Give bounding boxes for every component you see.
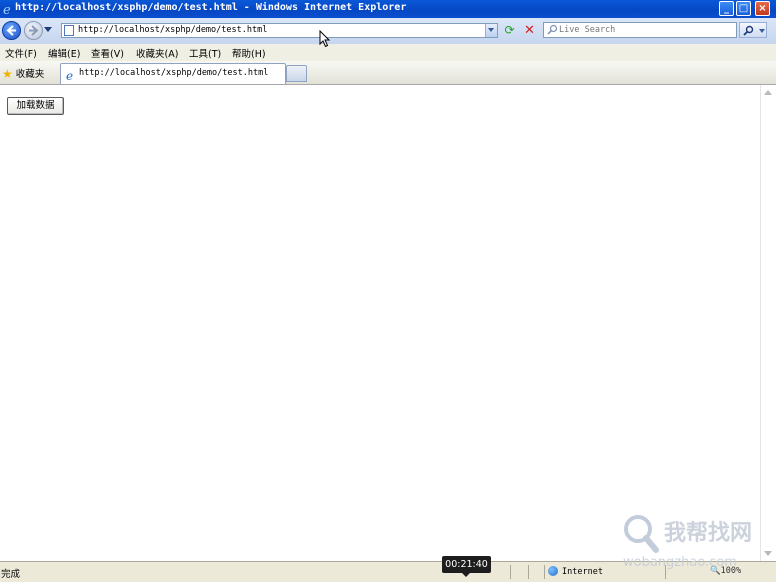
- scroll-up-icon[interactable]: [764, 90, 772, 95]
- svg-text:e: e: [66, 69, 73, 81]
- search-box[interactable]: [543, 22, 737, 38]
- load-data-button[interactable]: 加载数据: [7, 97, 64, 115]
- search-input[interactable]: [559, 23, 729, 36]
- forward-arrow-icon: [29, 25, 39, 36]
- globe-icon: [548, 566, 558, 576]
- watermark-logo: 我帮找网 wobangzhao.com: [623, 515, 752, 570]
- refresh-button[interactable]: ⟳: [502, 23, 517, 38]
- menu-favorites[interactable]: 收藏夹(A): [136, 46, 178, 60]
- search-button[interactable]: [739, 22, 767, 38]
- magnifier-icon: [743, 25, 754, 36]
- recent-pages-dropdown[interactable]: [44, 27, 52, 32]
- video-timestamp: 00:21:40: [442, 556, 491, 577]
- minimize-button[interactable]: _: [719, 1, 734, 16]
- favorites-bar: ★ 收藏夹 e http://localhost/xsphp/demo/test…: [0, 61, 776, 85]
- address-dropdown-button[interactable]: [485, 24, 497, 37]
- page-icon: [64, 25, 74, 36]
- menu-bar: 文件(F) 编辑(E) 查看(V) 收藏夹(A) 工具(T) 帮助(H): [0, 44, 776, 61]
- tab-label: http://localhost/xsphp/demo/test.html: [79, 68, 269, 78]
- status-text: 完成: [1, 569, 21, 580]
- back-button[interactable]: [2, 21, 21, 40]
- svg-text:我帮找网: 我帮找网: [664, 520, 752, 546]
- favorites-button[interactable]: ★ 收藏夹: [2, 66, 45, 81]
- back-arrow-icon: [6, 25, 16, 36]
- maximize-button[interactable]: □: [736, 1, 751, 16]
- new-tab-button[interactable]: [286, 65, 307, 82]
- tab-current[interactable]: e http://localhost/xsphp/demo/test.html: [60, 63, 286, 84]
- navigation-bar: http://localhost/xsphp/demo/test.html ⟳ …: [0, 18, 776, 44]
- menu-tools[interactable]: 工具(T): [189, 46, 221, 60]
- menu-edit[interactable]: 编辑(E): [48, 46, 80, 60]
- menu-help[interactable]: 帮助(H): [232, 46, 266, 60]
- menu-file[interactable]: 文件(F): [5, 46, 37, 60]
- vertical-scrollbar[interactable]: [760, 85, 776, 561]
- window-title: http://localhost/xsphp/demo/test.html - …: [15, 2, 407, 13]
- page-content: 加载数据: [0, 85, 760, 561]
- zone-label: Internet: [562, 567, 603, 577]
- close-button[interactable]: ×: [755, 1, 770, 16]
- stop-button[interactable]: ✕: [522, 23, 537, 38]
- address-bar[interactable]: http://localhost/xsphp/demo/test.html: [61, 23, 498, 38]
- svg-text:e: e: [3, 3, 11, 16]
- title-bar: e http://localhost/xsphp/demo/test.html …: [0, 0, 776, 18]
- forward-button[interactable]: [24, 21, 43, 40]
- address-url[interactable]: http://localhost/xsphp/demo/test.html: [78, 24, 267, 37]
- favorites-label: 收藏夹: [15, 69, 45, 80]
- menu-view[interactable]: 查看(V): [91, 46, 124, 60]
- ie-logo-icon: e: [3, 3, 11, 16]
- ie-page-icon: e: [66, 69, 73, 81]
- mouse-cursor-icon: [319, 30, 331, 48]
- security-zone[interactable]: Internet: [548, 566, 603, 577]
- svg-text:wobangzhao.com: wobangzhao.com: [623, 555, 737, 570]
- search-icon: [547, 24, 558, 35]
- favorites-star-icon: ★: [2, 67, 13, 81]
